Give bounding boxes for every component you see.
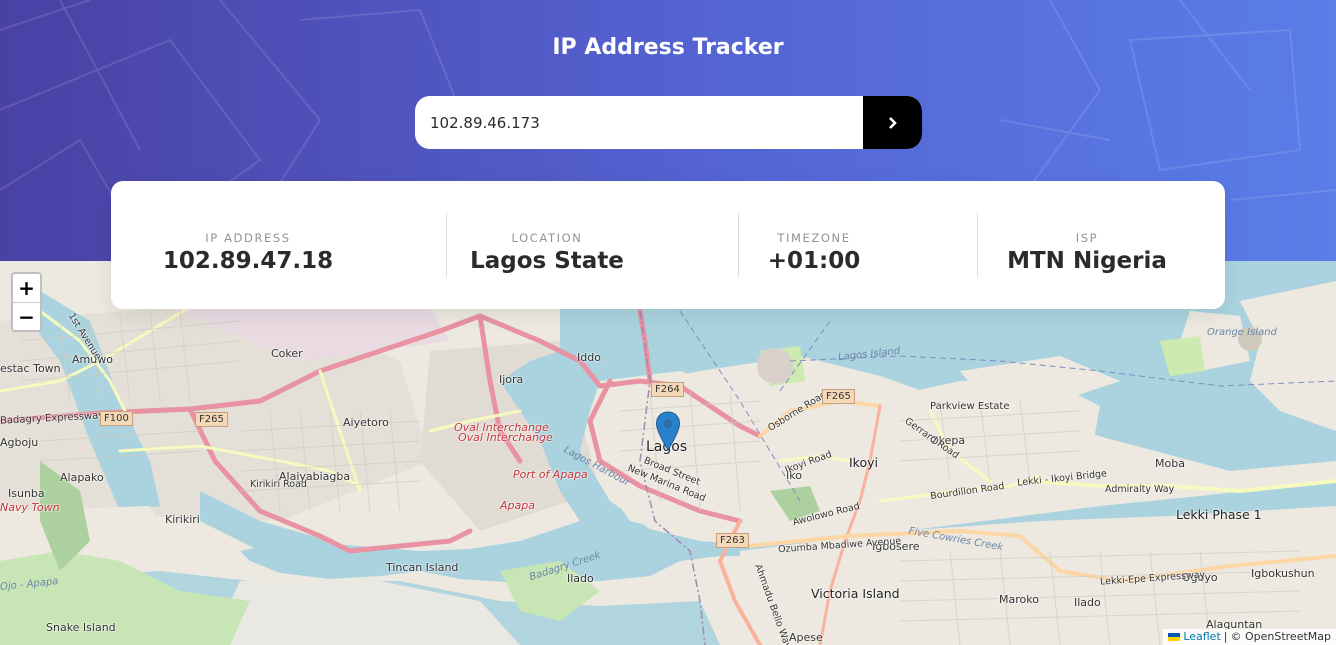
map-pin-icon[interactable] — [655, 411, 681, 451]
map-label: Maroko — [999, 593, 1039, 606]
map-label: Victoria Island — [811, 586, 900, 601]
ip-search-input[interactable] — [415, 96, 863, 149]
chevron-right-icon — [888, 116, 897, 129]
road-shield: F265 — [195, 412, 228, 427]
leaflet-link[interactable]: Leaflet — [1183, 629, 1220, 645]
road-shield: F265 — [822, 389, 855, 404]
search-form — [415, 96, 922, 149]
map-label: Snake Island — [46, 621, 116, 634]
ip-address-cell: IP ADDRESS 102.89.47.18 — [111, 181, 385, 309]
map-attribution: Leaflet | © OpenStreetMap — [1163, 629, 1336, 645]
map-label: Ilado — [567, 572, 594, 585]
map-label: Ijora — [499, 373, 524, 386]
map[interactable]: estac Town Amuwo Coker Iddo Ijora Aiyeto… — [0, 261, 1336, 645]
map-label: Isunba — [8, 487, 45, 500]
page-title: IP Address Tracker — [552, 35, 784, 60]
map-label: Apapa — [500, 499, 535, 512]
timezone-value: +01:00 — [767, 248, 861, 274]
map-label: Parkview Estate — [930, 401, 1010, 412]
map-label: Orange Island — [1207, 327, 1277, 338]
map-label: Admiralty Way — [1105, 484, 1175, 495]
isp-value: MTN Nigeria — [1007, 248, 1167, 274]
map-label: Tincan Island — [386, 561, 459, 574]
road-shield: F263 — [716, 533, 749, 548]
map-label: Coker — [271, 347, 303, 360]
map-label: Port of Apapa — [513, 468, 588, 481]
map-label: Igbokushun — [1251, 567, 1315, 580]
map-label: Kirikiri Road — [250, 479, 307, 490]
info-panel: IP ADDRESS 102.89.47.18 LOCATION Lagos S… — [111, 181, 1225, 309]
ip-address-label: IP ADDRESS — [205, 231, 291, 245]
ukraine-flag-icon — [1168, 633, 1181, 641]
location-cell: LOCATION Lagos State — [447, 181, 647, 309]
road-shield: F264 — [651, 382, 684, 397]
map-label: Lekki Phase 1 — [1176, 507, 1262, 522]
map-label: Aiyetoro — [343, 416, 389, 429]
map-label: Alapako — [60, 471, 104, 484]
zoom-control: + − — [11, 272, 42, 332]
timezone-cell: TIMEZONE +01:00 — [739, 181, 889, 309]
location-value: Lagos State — [470, 248, 624, 274]
timezone-label: TIMEZONE — [777, 231, 851, 245]
map-label: Oval Interchange — [458, 431, 553, 444]
map-label: estac Town — [0, 362, 61, 375]
map-label: Ikoyi — [849, 455, 878, 470]
osm-attribution[interactable]: © OpenStreetMap — [1230, 629, 1331, 645]
map-label: Ilado — [1074, 596, 1101, 609]
map-label: Moba — [1155, 457, 1185, 470]
zoom-in-button[interactable]: + — [13, 274, 40, 302]
attribution-separator: | — [1223, 630, 1228, 643]
ip-address-value: 102.89.47.18 — [162, 248, 334, 274]
map-label: Agboju — [0, 436, 39, 449]
location-label: LOCATION — [511, 231, 583, 245]
isp-cell: ISP MTN Nigeria — [978, 181, 1196, 309]
map-label: Navy Town — [0, 501, 60, 514]
road-shield: F100 — [100, 411, 133, 426]
isp-label: ISP — [1075, 231, 1099, 245]
search-submit-button[interactable] — [863, 96, 922, 149]
map-label: Iddo — [577, 351, 601, 364]
map-label: Kirikiri — [165, 513, 200, 526]
zoom-out-button[interactable]: − — [13, 302, 40, 330]
map-label: Apese — [789, 631, 823, 644]
